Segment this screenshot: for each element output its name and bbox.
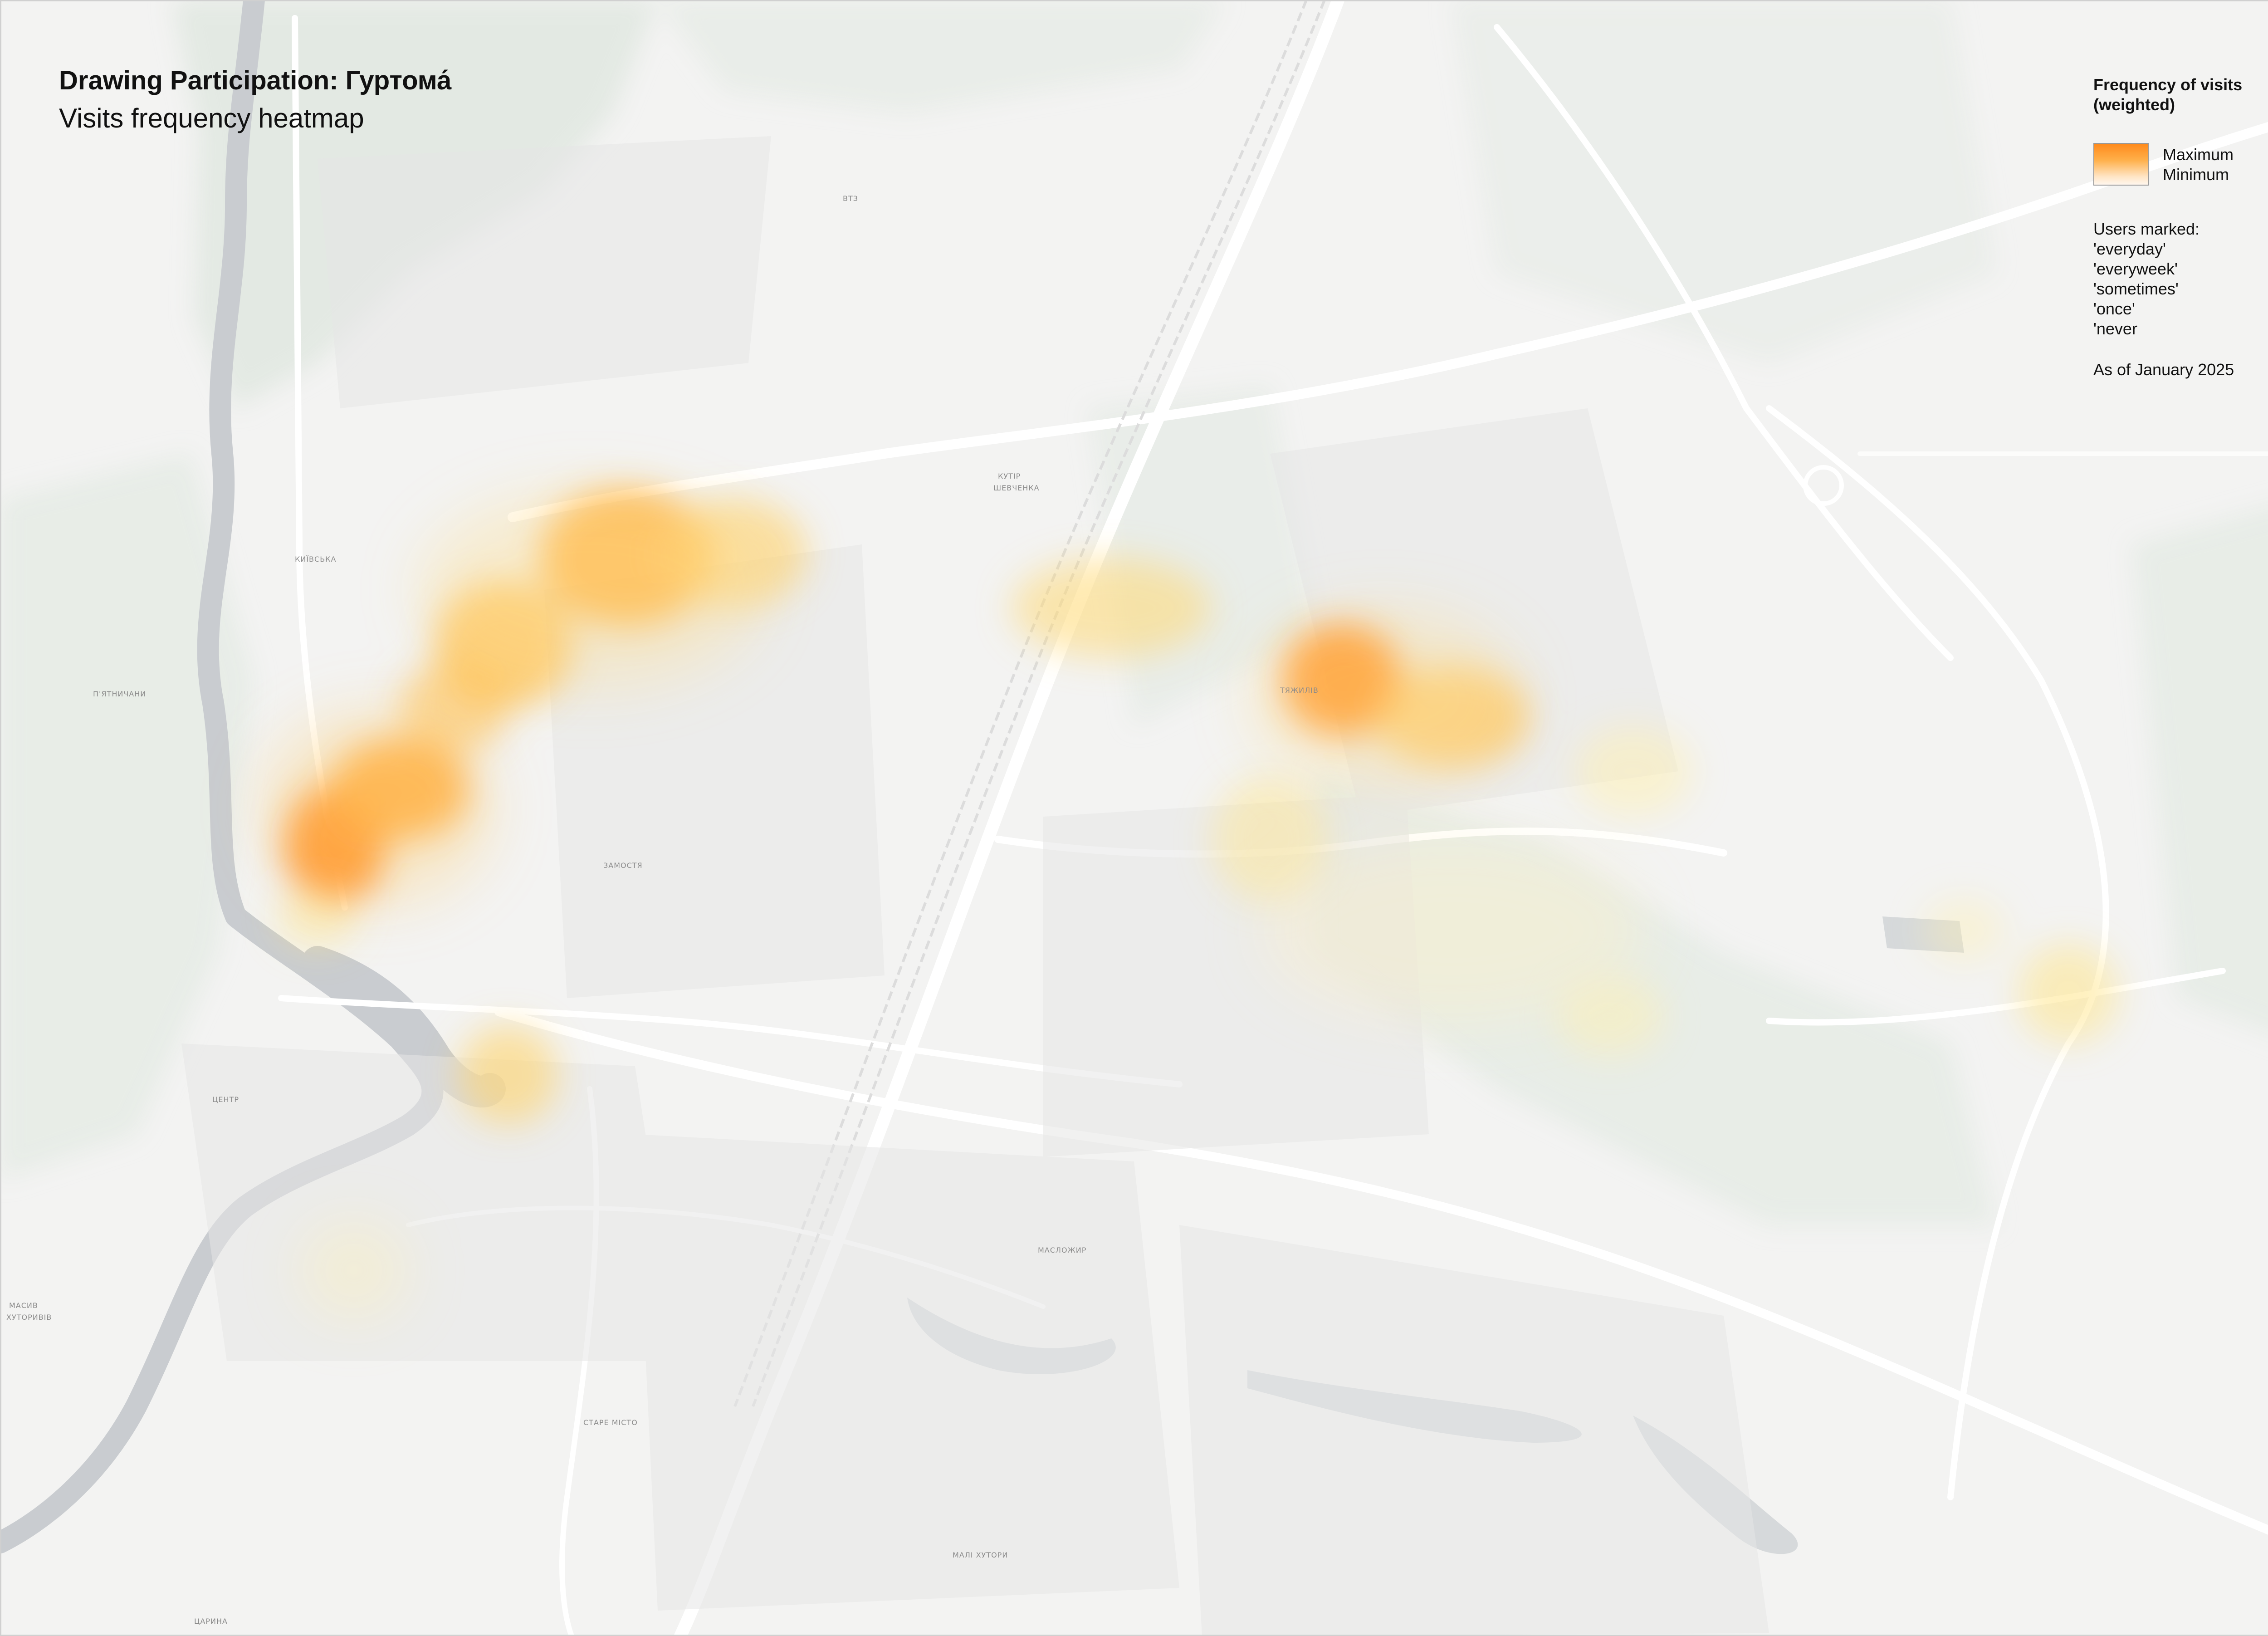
legend-category: 'sometimes'	[2093, 279, 2179, 298]
legend-heading-line2: (weighted)	[2093, 95, 2175, 114]
map-subtitle: Visits frequency heatmap	[59, 103, 364, 133]
label-zamostia: ЗАМОСТЯ	[603, 861, 643, 870]
legend-max-label: Maximum	[2163, 145, 2234, 164]
label-tiazhyliv: ТЯЖИЛІВ	[1280, 686, 1319, 695]
heat-spot-east-mid	[1574, 726, 1692, 817]
legend-gradient-swatch	[2093, 143, 2149, 186]
legend-min-label: Minimum	[2163, 165, 2229, 184]
label-piatnychany: П'ЯТНИЧАНИ	[93, 690, 147, 698]
legend-scale: Maximum Minimum	[2093, 143, 2268, 193]
legend-category: 'once'	[2093, 299, 2135, 318]
legend-heading-line1: Frequency of visits	[2093, 75, 2243, 94]
label-stare-misto: СТАРЕ МІСТО	[583, 1418, 638, 1427]
label-shevchenka: ШЕВЧЕНКА	[993, 484, 1040, 492]
label-tsentr: ЦЕНТР	[212, 1095, 239, 1104]
label-saryna: ЦАРИНА	[194, 1617, 228, 1626]
heat-spot-crossing	[1012, 558, 1211, 658]
map-title: Drawing Participation: Гуртома́	[59, 66, 452, 95]
legend-heading: Frequency of visits (weighted)	[2093, 75, 2268, 115]
legend-category: 'everyday'	[2093, 240, 2166, 258]
legend-category: 'never	[2093, 319, 2137, 338]
label-kutir: КУТІР	[998, 472, 1021, 480]
label-masloshyr: МАСЛОЖИР	[1038, 1246, 1087, 1254]
label-vtz: ВТЗ	[843, 194, 859, 203]
title-block: Drawing Participation: Гуртома́ Visits f…	[59, 64, 451, 139]
label-khutoryviv: ХУТОРИВІВ	[6, 1313, 52, 1322]
heat-spot-far-east	[1923, 898, 2005, 962]
heat-spot-east-road	[2019, 944, 2118, 1043]
legend-category-list: 'everyday' 'everyweek' 'sometimes' 'once…	[2093, 239, 2268, 339]
label-masiv: МАСИВ	[9, 1301, 38, 1310]
label-mali-khutory: МАЛІ ХУТОРИ	[953, 1551, 1008, 1559]
legend-category: 'everyweek'	[2093, 260, 2178, 278]
legend-as-of-date: As of January 2025	[2093, 360, 2234, 379]
city-basemap[interactable]	[0, 0, 2268, 1636]
legend: Frequency of visits (weighted) Maximum M…	[2093, 75, 2268, 380]
legend-users-heading: Users marked:	[2093, 220, 2200, 238]
heat-spot-center-bridge	[458, 1025, 558, 1125]
label-kyivska: КИЇВСЬКА	[295, 555, 337, 563]
